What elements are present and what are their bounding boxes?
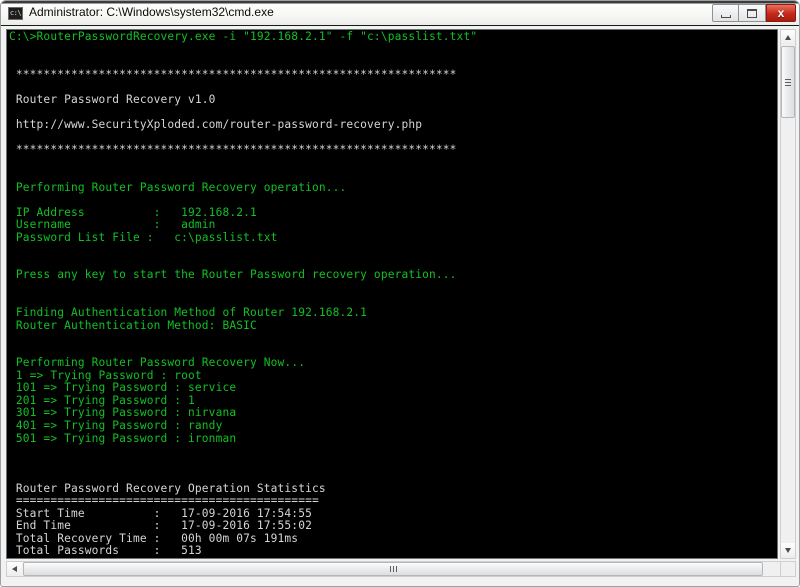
console-line: Press any key to start the Router Passwo…	[15, 268, 457, 282]
cmd-icon-glyph: c:\	[9, 9, 22, 17]
console-line: C:\>RouterPasswordRecovery.exe -i "192.1…	[9, 30, 478, 43]
console-line: Username : admin	[15, 218, 216, 232]
scroll-left-button[interactable]	[7, 562, 22, 576]
console-text: C:\>RouterPasswordRecovery.exe -i "192.1…	[9, 30, 546, 558]
maximize-button[interactable]	[739, 4, 766, 22]
console-line: 501 => Trying Password : ironman	[15, 431, 237, 445]
console-line: 401 => Trying Password : randy	[15, 418, 223, 432]
console-line: End Time : 17-09-2016 17:55:02	[15, 519, 312, 533]
scrollbar-grip-icon	[390, 566, 397, 572]
console-line: ****************************************…	[15, 67, 457, 81]
console-line: ========================================…	[15, 494, 319, 508]
chevron-up-icon	[785, 35, 791, 40]
title-bar[interactable]: c:\ Administrator: C:\Windows\system32\c…	[1, 1, 799, 26]
horizontal-scrollbar-thumb[interactable]	[23, 562, 763, 576]
window-title: Administrator: C:\Windows\system32\cmd.e…	[29, 5, 274, 19]
console-line: Password List File : c:\passlist.txt	[15, 230, 278, 244]
console-line: Router Password Recovery v1.0	[15, 92, 216, 106]
console-line: Total Passwords : 513	[15, 544, 202, 558]
console-output-area[interactable]: C:\>RouterPasswordRecovery.exe -i "192.1…	[6, 29, 778, 559]
scroll-down-button[interactable]	[781, 543, 795, 558]
scrollbar-grip-icon	[785, 79, 791, 86]
console-line: Router Password Recovery Operation Stati…	[15, 481, 326, 495]
minimize-icon	[721, 15, 731, 18]
horizontal-scrollbar[interactable]	[6, 561, 796, 577]
chevron-left-icon	[12, 566, 17, 572]
close-icon: x	[777, 6, 785, 20]
console-line: Finding Authentication Method of Router …	[15, 306, 368, 320]
console-line: ****************************************…	[15, 142, 457, 156]
vertical-scrollbar-thumb[interactable]	[781, 46, 795, 118]
cmd-icon: c:\	[8, 7, 23, 20]
chevron-down-icon	[785, 548, 791, 553]
maximize-icon	[747, 9, 757, 18]
scroll-up-button[interactable]	[781, 30, 795, 45]
console-line: 101 => Trying Password : service	[15, 381, 237, 395]
console-line: Total Recovery Time : 00h 00m 07s 191ms	[15, 531, 299, 545]
console-line: Performing Router Password Recovery Now.…	[15, 356, 306, 370]
console-line: 301 => Trying Password : nirvana	[15, 406, 237, 420]
console-line: IP Address : 192.168.2.1	[15, 205, 257, 219]
console-line: 1 => Trying Password : root	[15, 368, 202, 382]
console-line: Performing Router Password Recovery oper…	[15, 180, 347, 194]
console-line: http://www.SecurityXploded.com/router-pa…	[15, 117, 423, 131]
console-line: Router Authentication Method: BASIC	[15, 318, 257, 332]
vertical-scrollbar[interactable]	[780, 29, 796, 559]
close-button[interactable]: x	[766, 4, 796, 22]
console-line: Start Time : 17-09-2016 17:54:55	[15, 506, 312, 520]
minimize-button[interactable]	[712, 4, 739, 22]
cmd-window: c:\ Administrator: C:\Windows\system32\c…	[0, 0, 800, 587]
scrollbar-corner	[780, 561, 796, 577]
console-line: 201 => Trying Password : 1	[15, 393, 195, 407]
